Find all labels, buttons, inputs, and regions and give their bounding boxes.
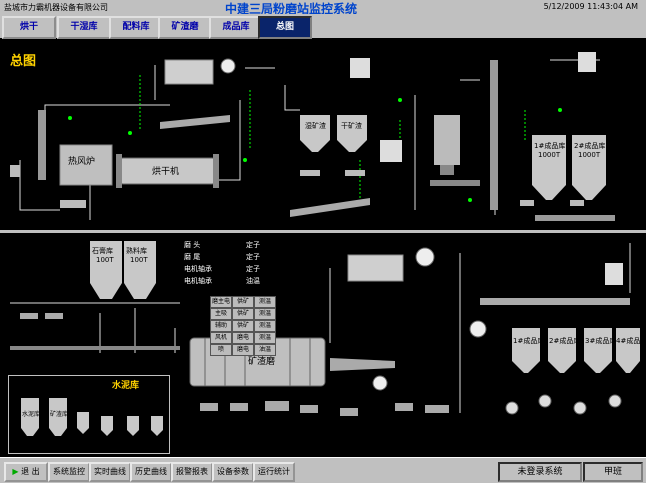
wet-slag-silo[interactable] <box>300 115 330 152</box>
tab-product-silo[interactable]: 成品库 <box>209 16 263 39</box>
fan-4[interactable] <box>372 375 388 391</box>
output-silo-1[interactable] <box>512 328 540 373</box>
feeder-2[interactable] <box>60 200 86 208</box>
exit-icon: ▶ <box>12 467 19 476</box>
gypsum-silo-cap: 100T <box>96 256 114 264</box>
screw-conveyor-1[interactable] <box>160 115 230 129</box>
feeder-1[interactable] <box>10 165 20 177</box>
output-silo-2[interactable] <box>548 328 576 373</box>
output-silo-1-label: 1#成品库 <box>513 336 544 345</box>
dryer-label: 烘干机 <box>152 165 179 177</box>
bucket-elevator-1[interactable] <box>38 110 46 180</box>
legend-row-label: 磨 尾 <box>184 253 201 261</box>
status-cell: 风机 <box>210 332 232 344</box>
bottom-toolbar: ▶ 退 出 系统监控 实时曲线 历史曲线 报警报表 设备参数 运行统计 未登录系… <box>0 457 646 483</box>
wet-slag-label: 湿矿渣 <box>305 121 326 130</box>
device-params-button[interactable]: 设备参数 <box>212 462 254 482</box>
bag-filter-2[interactable] <box>350 58 370 78</box>
output-silo-3[interactable] <box>584 328 612 373</box>
fan-1[interactable] <box>220 58 236 74</box>
bag-filter-1[interactable] <box>164 59 214 85</box>
run-stats-button[interactable]: 运行统计 <box>253 462 295 482</box>
fan-2[interactable] <box>415 247 435 267</box>
status-cell: 油温 <box>254 344 276 356</box>
status-cell: 喷 <box>210 344 232 356</box>
cement-silo-2-label: 矿渣库 <box>50 410 68 418</box>
status-cell: 供矿 <box>232 296 254 308</box>
top-process-diagram: 热风炉 烘干机 湿矿渣 干矿渣 1#成品库 1000T 2#成品库 1000T <box>10 52 615 221</box>
realtime-curve-button[interactable]: 实时曲线 <box>89 462 131 482</box>
bag-filter-5[interactable] <box>347 254 404 282</box>
product-silo-2-cap: 1000T <box>578 151 601 159</box>
top-process-panel: 总图 热风炉 烘干机 湿矿渣 干矿渣 1#成品库 1000T 2#成品库 100… <box>0 40 646 230</box>
discharge-chute[interactable] <box>330 358 395 371</box>
cyclone[interactable] <box>434 115 460 165</box>
gypsum-silo-label: 石膏库 <box>92 246 113 255</box>
status-cell: 供矿 <box>232 308 254 320</box>
output-silo-4[interactable] <box>616 328 640 373</box>
bag-filter-6[interactable] <box>605 263 623 285</box>
product-silo-1-label: 1#成品库 <box>534 141 565 150</box>
screw-conveyor-3[interactable] <box>430 180 480 186</box>
title-bar: 盐城市力霸机器设备有限公司 中建三局粉磨站监控系统 5/12/2009 11:4… <box>0 0 646 16</box>
legend-row-label: 电机轴承 <box>184 277 212 285</box>
belt-conveyor-3[interactable] <box>480 298 630 305</box>
legend-row-label: 定子 <box>246 265 260 273</box>
cement-silo-subpanel: 水泥库 水泥库 矿渣库 <box>8 375 170 454</box>
mill-label: 矿渣磨 <box>248 355 275 367</box>
datetime: 5/12/2009 11:43:04 AM <box>543 2 638 11</box>
tab-overview[interactable]: 总图 <box>258 16 312 39</box>
hot-stove-label: 热风炉 <box>68 155 95 167</box>
status-cell: 辅助 <box>210 320 232 332</box>
belt-conveyor-2[interactable] <box>10 346 180 350</box>
tab-dry-wet-silo[interactable]: 干湿库 <box>57 16 111 39</box>
belt-conveyor-1[interactable] <box>535 215 615 221</box>
bag-filter-3[interactable] <box>578 52 596 72</box>
output-silo-3-label: 3#成品库 <box>585 336 616 345</box>
tab-drying[interactable]: 烘干 <box>2 16 56 39</box>
screw-conveyor-2[interactable] <box>290 198 370 217</box>
bag-filter-4[interactable] <box>380 140 402 162</box>
dry-slag-silo[interactable] <box>337 115 367 152</box>
product-silo-1-cap: 1000T <box>538 151 561 159</box>
dry-slag-label: 干矿渣 <box>341 121 362 130</box>
current-user: 甲班 <box>583 462 643 482</box>
status-cell: 测温 <box>254 308 276 320</box>
output-silo-2-label: 2#成品库 <box>549 336 580 345</box>
status-cell: 磨电 <box>232 332 254 344</box>
product-silo-2-label: 2#成品库 <box>574 141 605 150</box>
exit-label: 退 出 <box>21 467 40 476</box>
legend-row-label: 定子 <box>246 253 260 261</box>
legend-row-label: 定子 <box>246 241 260 249</box>
fan-3[interactable] <box>469 320 487 338</box>
history-curve-button[interactable]: 历史曲线 <box>130 462 172 482</box>
status-cell: 磨电 <box>232 344 254 356</box>
status-cell: 主吸 <box>210 308 232 320</box>
status-cell: 测温 <box>254 332 276 344</box>
tab-slag-mill[interactable]: 矿渣磨 <box>158 16 212 39</box>
clinker-silo-label: 熟料库 <box>126 246 147 255</box>
cement-silo-1-label: 水泥库 <box>22 410 40 418</box>
bottom-process-panel: 石膏库 100T 熟料库 100T 矿渣磨 1#成品库 2#成品库 3#成品库 … <box>0 233 646 456</box>
status-cell: 磨主电 <box>210 296 232 308</box>
company-name: 盐城市力霸机器设备有限公司 <box>4 3 108 12</box>
legend-row-label: 电机轴承 <box>184 265 212 273</box>
tab-bar: 烘干 干湿库 配料库 矿渣磨 成品库 总图 <box>0 14 646 39</box>
exit-button[interactable]: ▶ 退 出 <box>4 462 48 482</box>
legend-row-label: 油温 <box>246 277 260 285</box>
legend-row-label: 磨 头 <box>184 241 201 249</box>
output-silo-4-label: 4#成品库 <box>616 336 646 345</box>
login-status[interactable]: 未登录系统 <box>498 462 582 482</box>
clinker-silo-cap: 100T <box>130 256 148 264</box>
tab-batching-silo[interactable]: 配料库 <box>109 16 163 39</box>
status-cell: 测温 <box>254 320 276 332</box>
bucket-elevator-2[interactable] <box>490 60 498 210</box>
status-cell: 测温 <box>254 296 276 308</box>
status-cell: 供矿 <box>232 320 254 332</box>
system-monitor-button[interactable]: 系统监控 <box>48 462 90 482</box>
alarm-report-button[interactable]: 报警报表 <box>171 462 213 482</box>
